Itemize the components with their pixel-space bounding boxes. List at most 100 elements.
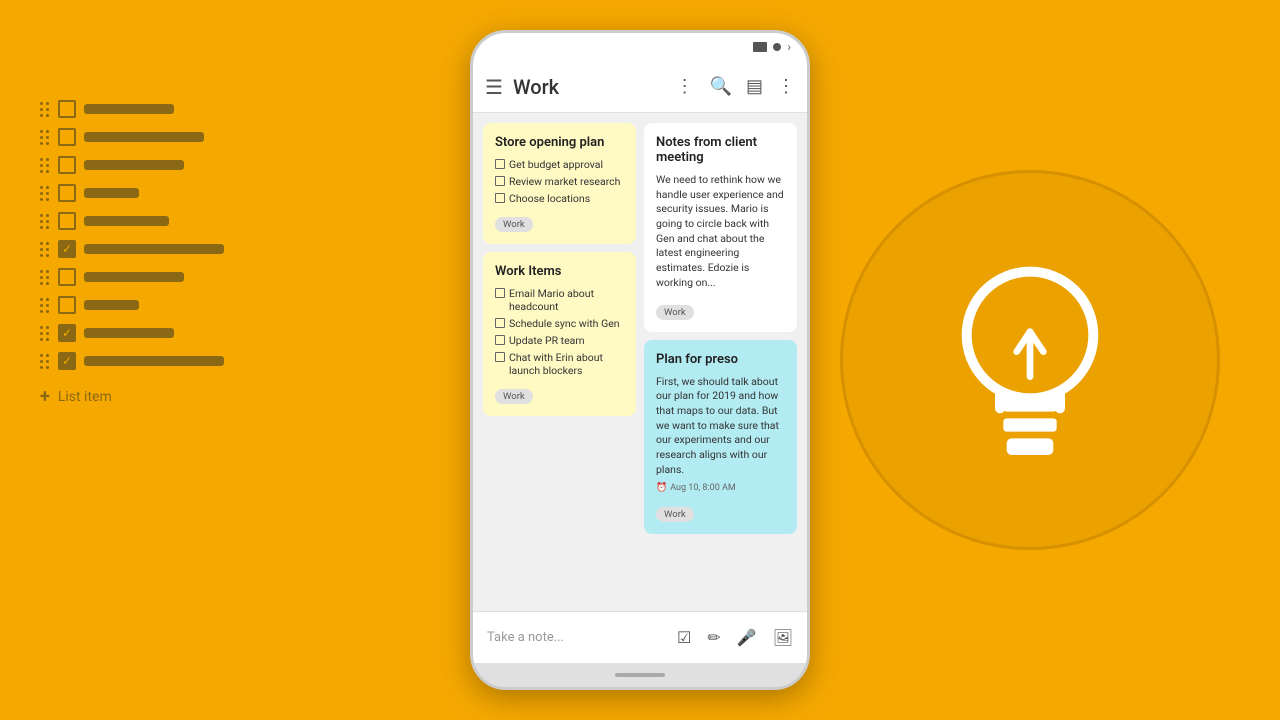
left-notes-column: Store opening plan Get budget approval R… [483,123,636,601]
bar-7 [84,272,184,282]
bar-3 [84,160,184,170]
note1-item-2: Review market research [495,175,624,188]
note2-checkbox-3[interactable] [495,335,505,345]
menu-icon[interactable]: ☰ [485,75,503,99]
mic-icon[interactable]: 🎤 [737,628,757,647]
note2-title: Work Items [495,264,624,279]
checkbox-4[interactable] [58,184,76,202]
checkbox-10[interactable] [58,352,76,370]
draw-icon[interactable]: ✏ [707,628,720,647]
plan-preso-card[interactable]: Plan for preso First, we should talk abo… [644,340,797,535]
note1-label[interactable]: Work [495,217,533,232]
image-icon[interactable]: 🖼 [773,628,793,647]
note1-checkbox-1[interactable] [495,159,505,169]
list-row-2 [40,128,224,146]
bar-10 [84,356,224,366]
bar-2 [84,132,204,142]
checkbox-3[interactable] [58,156,76,174]
right-notes-column: Notes from client meeting We need to ret… [644,123,797,601]
note3-title: Notes from client meeting [656,135,785,165]
list-row-5 [40,212,224,230]
toolbar-icons: 🔍 ▤ ⋮ [710,76,795,97]
phone-bottom-bar: Take a note... ☑ ✏ 🎤 🖼 [473,611,807,663]
checkbox-8[interactable] [58,296,76,314]
note2-item-4: Chat with Erin about launch blockers [495,351,624,377]
status-bar: › [473,33,807,61]
note3-label[interactable]: Work [656,305,694,320]
note1-checkbox-3[interactable] [495,193,505,203]
note1-item-1: Get budget approval [495,158,624,171]
circle-background [840,170,1220,550]
phone-frame: › ☰ Work ⋮ 🔍 ▤ ⋮ Store opening plan [470,30,810,690]
note2-label[interactable]: Work [495,389,533,404]
list-row-6 [40,240,224,258]
drag-handle[interactable] [40,158,50,173]
signal-dot [773,43,781,51]
phone-content: Store opening plan Get budget approval R… [473,113,807,611]
signal-chevron: › [787,40,791,54]
drag-handle[interactable] [40,298,50,313]
phone-toolbar: ☰ Work ⋮ 🔍 ▤ ⋮ [473,61,807,113]
bar-1 [84,104,174,114]
store-opening-plan-card[interactable]: Store opening plan Get budget approval R… [483,123,636,244]
note2-item-1: Email Mario about headcount [495,287,624,313]
note1-item-3: Choose locations [495,192,624,205]
note2-item-2: Schedule sync with Gen [495,317,624,330]
add-item-label: List item [58,389,112,405]
battery-icon [753,42,767,52]
checkbox-2[interactable] [58,128,76,146]
note4-title: Plan for preso [656,352,785,367]
drag-handle[interactable] [40,326,50,341]
checkbox-icon[interactable]: ☑ [677,628,691,647]
drag-handle[interactable] [40,214,50,229]
checkbox-5[interactable] [58,212,76,230]
bottom-icons: ☑ ✏ 🎤 🖼 [677,628,793,647]
list-row-4 [40,184,224,202]
drag-handle[interactable] [40,102,50,117]
checkbox-6[interactable] [58,240,76,258]
layout-icon[interactable]: ▤ [746,76,763,97]
drag-handle[interactable] [40,354,50,369]
bar-8 [84,300,139,310]
bar-6 [84,244,224,254]
drag-handle[interactable] [40,186,50,201]
left-list-panel: + List item [40,100,224,407]
checkbox-7[interactable] [58,268,76,286]
clock-icon: ⏰ [656,483,667,493]
work-items-card[interactable]: Work Items Email Mario about headcount S… [483,252,636,416]
list-row-3 [40,156,224,174]
list-row-7 [40,268,224,286]
checkbox-1[interactable] [58,100,76,118]
add-item-row[interactable]: + List item [40,386,224,407]
note2-checkbox-4[interactable] [495,352,505,362]
search-icon[interactable]: 🔍 [710,76,732,97]
note4-label[interactable]: Work [656,507,694,522]
drag-handle[interactable] [40,270,50,285]
lightbulb-decoration [840,170,1220,550]
lightbulb-icon [930,250,1130,470]
toolbar-title: Work [513,75,676,99]
list-row-8 [40,296,224,314]
note2-checkbox-1[interactable] [495,288,505,298]
checkbox-9[interactable] [58,324,76,342]
client-meeting-card[interactable]: Notes from client meeting We need to ret… [644,123,797,332]
home-bar [615,673,665,677]
note2-checkbox-2[interactable] [495,318,505,328]
overflow-icon[interactable]: ⋮ [777,76,795,97]
phone-mockup: › ☰ Work ⋮ 🔍 ▤ ⋮ Store opening plan [470,30,810,690]
plus-icon: + [40,386,50,407]
bar-9 [84,328,174,338]
note3-text: We need to rethink how we handle user ex… [656,173,785,291]
note1-checkbox-2[interactable] [495,176,505,186]
take-note-placeholder[interactable]: Take a note... [487,630,677,645]
bar-4 [84,188,139,198]
note4-timestamp: ⏰ Aug 10, 8:00 AM [656,483,785,493]
list-row-10 [40,352,224,370]
list-row-9 [40,324,224,342]
timestamp-text: Aug 10, 8:00 AM [670,483,736,493]
drag-handle[interactable] [40,130,50,145]
drag-handle[interactable] [40,242,50,257]
note4-text: First, we should talk about our plan for… [656,375,785,478]
bar-5 [84,216,169,226]
toolbar-more-icon[interactable]: ⋮ [676,76,694,97]
